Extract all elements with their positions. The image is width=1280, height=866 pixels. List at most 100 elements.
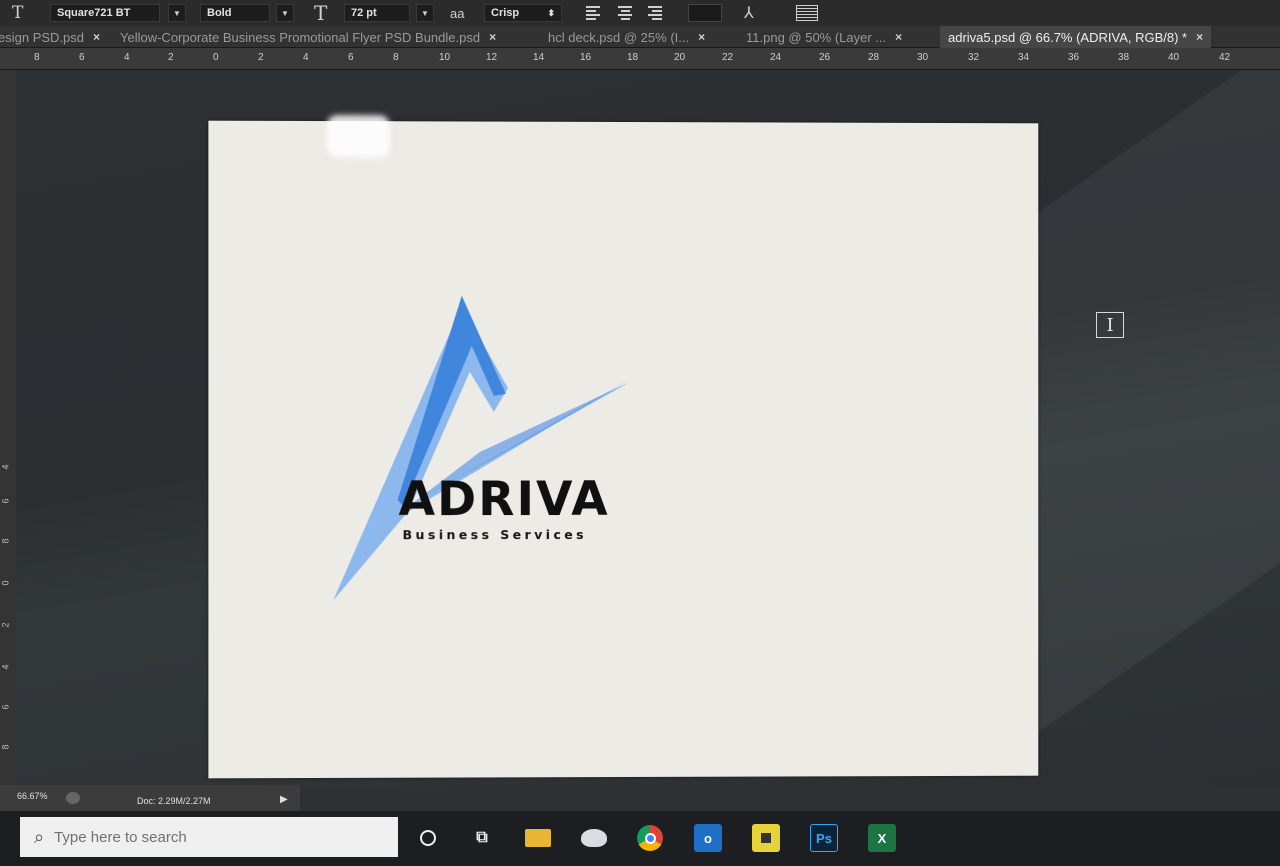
document-tab-bar: esign PSD.psd × Yellow-Corporate Business… [0, 26, 1280, 48]
ruler-number: 28 [868, 52, 880, 63]
paint-icon[interactable] [580, 824, 608, 852]
doc-size-info: Doc: 2.29M/2.27M [137, 796, 211, 806]
font-family-select[interactable]: Square721 BT [50, 3, 160, 23]
ruler-number: 2 [168, 52, 174, 63]
tab-11-png[interactable]: 11.png @ 50% (Layer ... × [746, 26, 902, 48]
antialias-value: Crisp [491, 7, 520, 19]
outlook-icon[interactable]: o [694, 824, 722, 852]
font-style-dropdown[interactable]: ▼ [276, 3, 294, 23]
font-style-value: Bold [200, 4, 270, 22]
chevron-right-icon[interactable]: ▶ [280, 794, 288, 805]
ruler-number: 4 [303, 52, 309, 63]
horizontal-ruler: 8 6 4 2 0 2 4 6 8 10 12 14 16 18 20 22 2… [0, 48, 1280, 70]
ruler-number: 8 [0, 538, 11, 544]
antialias-select[interactable]: Crisp ⬍ [484, 3, 562, 23]
font-size-input[interactable]: 72 pt [344, 3, 410, 23]
tab-adriva5[interactable]: adriva5.psd @ 66.7% (ADRIVA, RGB/8) * × [940, 26, 1212, 48]
chrome-icon[interactable] [636, 824, 664, 852]
photoshop-label: Ps [816, 830, 832, 846]
vertical-ruler: 4 6 8 0 2 4 6 8 [0, 70, 16, 785]
tab-label: Yellow-Corporate Business Promotional Fl… [120, 29, 481, 45]
close-icon[interactable]: × [489, 30, 496, 44]
ruler-number: 36 [1068, 52, 1080, 63]
align-center-button[interactable] [618, 3, 632, 23]
tab-label: 11.png @ 50% (Layer ... [746, 29, 887, 45]
ruler-number: 14 [533, 52, 545, 63]
ruler-number: 34 [1018, 52, 1030, 63]
status-strip [300, 785, 1280, 811]
character-panel-icon[interactable] [796, 3, 818, 23]
canvas-workspace[interactable]: ADRIVA Business Services I [16, 70, 1280, 785]
text-color-swatch[interactable] [688, 3, 722, 23]
antialias-label: aa [450, 5, 465, 21]
search-placeholder: Type here to search [54, 828, 187, 846]
warp-text-icon[interactable]: ⅄ [744, 3, 754, 23]
ruler-number: 12 [486, 52, 498, 63]
excel-label: X [877, 830, 887, 846]
task-view-icon[interactable]: ⧉ [468, 824, 496, 852]
close-icon[interactable]: × [698, 30, 705, 44]
photoshop-icon[interactable]: Ps [810, 824, 838, 852]
options-bar: T Square721 BT ▼ Bold ▼ T 72 pt ▼ aa Cri… [0, 0, 1280, 26]
light-reflection [327, 115, 390, 158]
tab-esign[interactable]: esign PSD.psd × [0, 26, 100, 48]
font-style-select[interactable]: Bold [200, 3, 270, 23]
sticky-notes-icon[interactable] [752, 824, 780, 852]
ruler-number: 32 [968, 52, 980, 63]
close-icon[interactable]: × [895, 30, 902, 44]
tab-label: esign PSD.psd [0, 29, 84, 45]
file-explorer-icon[interactable] [524, 824, 552, 852]
ruler-number: 0 [0, 580, 11, 586]
close-icon[interactable]: × [1196, 30, 1203, 44]
search-icon: ⌕ [34, 826, 45, 847]
ruler-number: 20 [674, 52, 686, 63]
tab-yellow-corporate[interactable]: Yellow-Corporate Business Promotional Fl… [120, 26, 496, 48]
font-family-value: Square721 BT [50, 4, 160, 22]
close-icon[interactable]: × [93, 30, 100, 44]
text-cursor-icon: I [1096, 312, 1124, 338]
tab-label: adriva5.psd @ 66.7% (ADRIVA, RGB/8) * [948, 29, 1188, 45]
ruler-number: 8 [0, 744, 11, 750]
ruler-number: 18 [627, 52, 639, 63]
type-tool-icon[interactable]: T [12, 3, 23, 23]
ruler-number: 8 [393, 52, 399, 63]
windows-taskbar: ⌕ Type here to search ⧉ o Ps X [0, 811, 1280, 866]
ruler-number: 6 [0, 498, 11, 504]
ruler-number: 10 [439, 52, 451, 63]
ruler-number: 6 [79, 52, 85, 63]
ruler-number: 38 [1118, 52, 1130, 63]
ruler-number: 2 [258, 52, 264, 63]
ruler-number: 22 [722, 52, 734, 63]
align-left-button[interactable] [586, 3, 600, 23]
screen-glare [1026, 70, 1280, 742]
font-size-dropdown[interactable]: ▼ [416, 3, 434, 23]
ruler-number: 24 [770, 52, 782, 63]
ruler-number: 42 [1219, 52, 1231, 63]
ruler-number: 6 [0, 704, 11, 710]
tab-hcl-deck[interactable]: hcl deck.psd @ 25% (I... × [548, 26, 705, 48]
ruler-number: 0 [213, 52, 219, 63]
font-size-value: 72 pt [344, 4, 410, 22]
taskbar-search-box[interactable]: ⌕ Type here to search [20, 817, 398, 857]
ruler-number: 26 [819, 52, 831, 63]
document-canvas[interactable]: ADRIVA Business Services [208, 115, 1039, 779]
status-bar: 66.67% Doc: 2.29M/2.27M ▶ [0, 785, 300, 811]
ruler-number: 40 [1168, 52, 1180, 63]
adriva-logo-mark [332, 295, 633, 599]
ruler-number: 6 [348, 52, 354, 63]
font-family-dropdown[interactable]: ▼ [168, 3, 186, 23]
logo-wordmark[interactable]: ADRIVA [399, 472, 610, 527]
status-indicator-icon[interactable] [66, 792, 80, 804]
ruler-number: 4 [124, 52, 130, 63]
align-right-button[interactable] [648, 3, 662, 23]
excel-icon[interactable]: X [868, 824, 896, 852]
logo-tagline[interactable]: Business Services [403, 527, 587, 542]
chevron-down-icon: ▼ [416, 4, 434, 22]
ruler-number: 4 [0, 664, 11, 670]
ruler-number: 2 [0, 622, 11, 628]
zoom-level[interactable]: 66.67% [17, 791, 48, 801]
tab-label: hcl deck.psd @ 25% (I... [548, 29, 690, 45]
cortana-icon[interactable] [414, 824, 442, 852]
chevron-down-icon: ▼ [276, 4, 294, 22]
ruler-number: 8 [34, 52, 40, 63]
